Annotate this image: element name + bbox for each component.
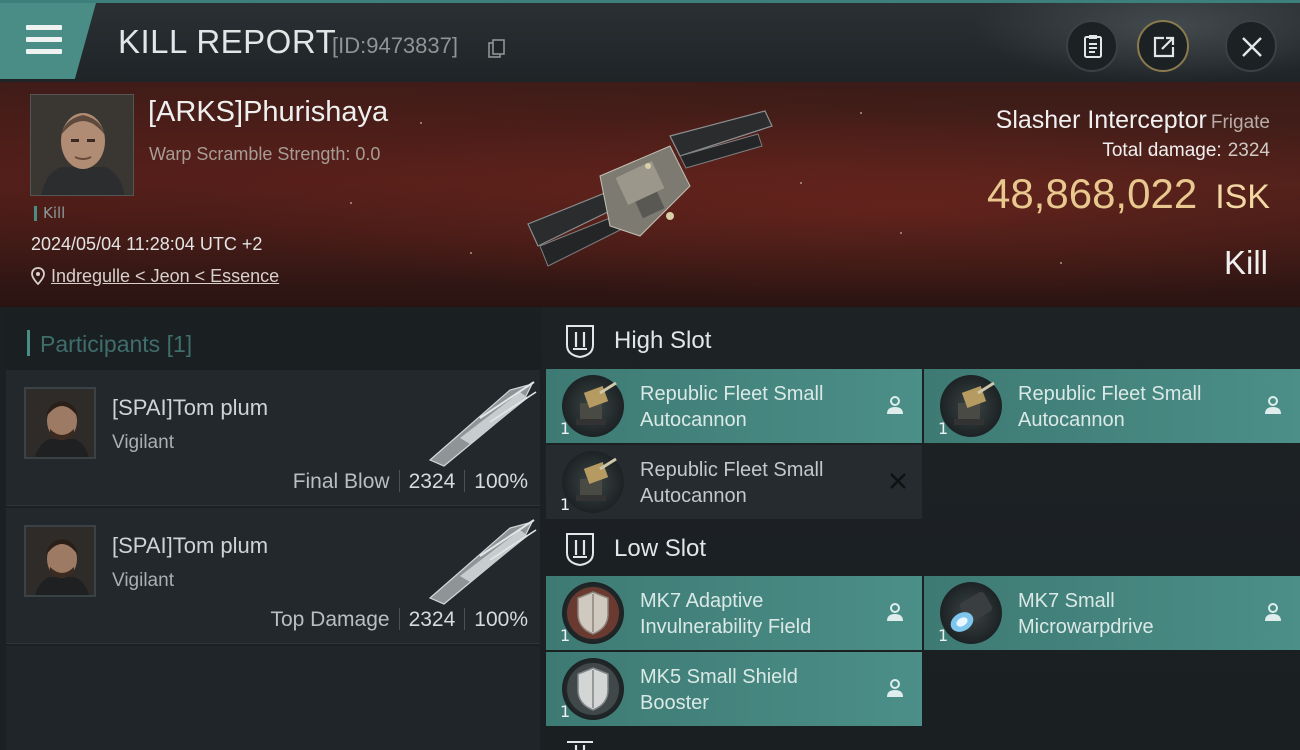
- share-button[interactable]: [1137, 20, 1189, 72]
- low-slot-header: Low Slot: [542, 517, 1300, 577]
- participant-stats: Final Blow 2324 100%: [293, 470, 528, 494]
- microwarpdrive-icon: [940, 582, 1002, 644]
- high-slot-header: High Slot: [542, 309, 1300, 369]
- high-slot-label: High Slot: [614, 327, 712, 354]
- total-damage-value: 2324: [1227, 140, 1270, 161]
- total-damage: Total damage: 2324: [1102, 140, 1270, 162]
- module-quantity: 1: [560, 495, 571, 514]
- copy-icon[interactable]: [488, 39, 506, 59]
- module-name: MK5 Small Shield Booster: [640, 666, 798, 714]
- module-quantity: 1: [560, 419, 571, 438]
- low-slot-label: Low Slot: [614, 535, 707, 562]
- participant-avatar[interactable]: [24, 525, 96, 597]
- participants-count: [1]: [166, 331, 193, 357]
- high-slot-icon: [566, 325, 594, 359]
- kill-location[interactable]: Indregulle < Jeon < Essence: [31, 266, 279, 287]
- module-name: Republic Fleet Small Autocannon: [1018, 383, 1202, 431]
- location-link[interactable]: Indregulle < Jeon < Essence: [51, 266, 279, 286]
- isk-amount: 48,868,022: [986, 170, 1198, 217]
- participants-title: Participants [1]: [40, 331, 193, 357]
- module-name: Republic Fleet Small Autocannon: [640, 459, 824, 507]
- menu-button[interactable]: [0, 3, 96, 79]
- top-bar: KILL REPORT [ID:9473837]: [0, 0, 1300, 83]
- autocannon-icon: [562, 375, 624, 437]
- pilot-icon[interactable]: [886, 395, 904, 415]
- close-icon: [1242, 37, 1262, 57]
- participant-name[interactable]: [SPAI]Tom plum: [112, 533, 268, 559]
- warp-scramble-strength: Warp Scramble Strength: 0.0: [149, 144, 381, 164]
- report-id: [ID:9473837]: [332, 33, 458, 58]
- participant-role: Final Blow: [292, 470, 390, 493]
- kill-summary-banner: [ARKS]Phurishaya Warp Scramble Strength:…: [0, 82, 1300, 307]
- module-card[interactable]: 1 Republic Fleet Small Autocannon: [924, 369, 1300, 443]
- participant-stats: Top Damage 2324 100%: [270, 608, 528, 632]
- victim-ship-image: [527, 110, 773, 267]
- mid-slot-icon: [567, 741, 593, 750]
- participant-percent: 100%: [474, 608, 528, 631]
- module-quantity: 1: [560, 702, 571, 721]
- low-slot-icon: [566, 533, 594, 567]
- fitting-panel: High Slot 1 Republic Fleet Small Autocann…: [542, 307, 1300, 750]
- participant-ship: Vigilant: [112, 570, 174, 591]
- pilot-icon[interactable]: [886, 602, 904, 622]
- isk-value: 48,868,022 ISK: [987, 170, 1270, 218]
- close-button[interactable]: [1225, 20, 1277, 72]
- participant-ship: Vigilant: [112, 432, 174, 453]
- share-icon: [1153, 36, 1175, 58]
- participant-ship-image: [428, 381, 537, 467]
- clipboard-button[interactable]: [1066, 20, 1118, 72]
- participant-name[interactable]: [SPAI]Tom plum: [112, 395, 268, 421]
- module-name: MK7 Adaptive Invulnerability Field: [640, 590, 812, 638]
- participants-header: Participants [1]: [6, 313, 540, 371]
- shield-field-icon: [562, 582, 624, 644]
- participant-damage: 2324: [408, 608, 456, 631]
- isk-unit: ISK: [1215, 178, 1270, 216]
- module-card[interactable]: 1 Republic Fleet Small Autocannon: [546, 369, 922, 443]
- module-quantity: 1: [938, 626, 949, 645]
- total-damage-label: Total damage:: [1102, 140, 1222, 161]
- participants-empty-area: [6, 646, 540, 750]
- participant-row[interactable]: [SPAI]Tom plum Vigilant Final Blow 2324 10…: [6, 370, 540, 506]
- participant-role: Top Damage: [270, 608, 390, 631]
- participant-row[interactable]: [SPAI]Tom plum Vigilant Top Damage 2324 10…: [6, 508, 540, 644]
- autocannon-icon: [940, 375, 1002, 437]
- module-card[interactable]: 1 MK7 Adaptive Invulnerability Field: [546, 576, 922, 650]
- location-pin-icon: [31, 267, 45, 285]
- pilot-icon[interactable]: [886, 678, 904, 698]
- victim-ship-name[interactable]: Slasher Interceptor: [996, 106, 1207, 134]
- participants-panel: Participants [1] [SPAI]Tom plum Vigilant…: [0, 307, 542, 750]
- kill-timestamp: 2024/05/04 11:28:04 UTC +2: [31, 234, 263, 254]
- participant-percent: 100%: [474, 470, 528, 493]
- page-title: KILL REPORT: [118, 23, 337, 60]
- pilot-icon[interactable]: [1264, 602, 1282, 622]
- autocannon-icon: [562, 451, 624, 513]
- module-quantity: 1: [560, 626, 571, 645]
- victim-portrait[interactable]: [30, 94, 134, 196]
- destroyed-icon: [890, 473, 906, 489]
- kill-tag: Kill: [34, 206, 65, 221]
- participant-ship-image: [428, 519, 537, 605]
- module-name: MK7 Small Microwarpdrive: [1018, 590, 1154, 638]
- participant-damage: 2324: [408, 470, 456, 493]
- victim-name[interactable]: [ARKS]Phurishaya: [148, 96, 388, 129]
- module-card[interactable]: 1 MK5 Small Shield Booster: [546, 652, 922, 726]
- result-label: Kill: [1223, 244, 1268, 281]
- module-card[interactable]: 1 MK7 Small Microwarpdrive: [924, 576, 1300, 650]
- shield-booster-icon: [562, 658, 624, 720]
- menu-icon: [26, 25, 62, 55]
- participant-avatar[interactable]: [24, 387, 96, 459]
- clipboard-icon: [1084, 35, 1102, 58]
- victim-ship-class: Frigate: [1210, 112, 1270, 133]
- module-name: Republic Fleet Small Autocannon: [640, 383, 824, 431]
- victim-ship: Slasher Interceptor Frigate: [996, 106, 1270, 135]
- module-card[interactable]: 1 Republic Fleet Small Autocannon: [546, 445, 922, 519]
- module-quantity: 1: [938, 419, 949, 438]
- pilot-icon[interactable]: [1264, 395, 1282, 415]
